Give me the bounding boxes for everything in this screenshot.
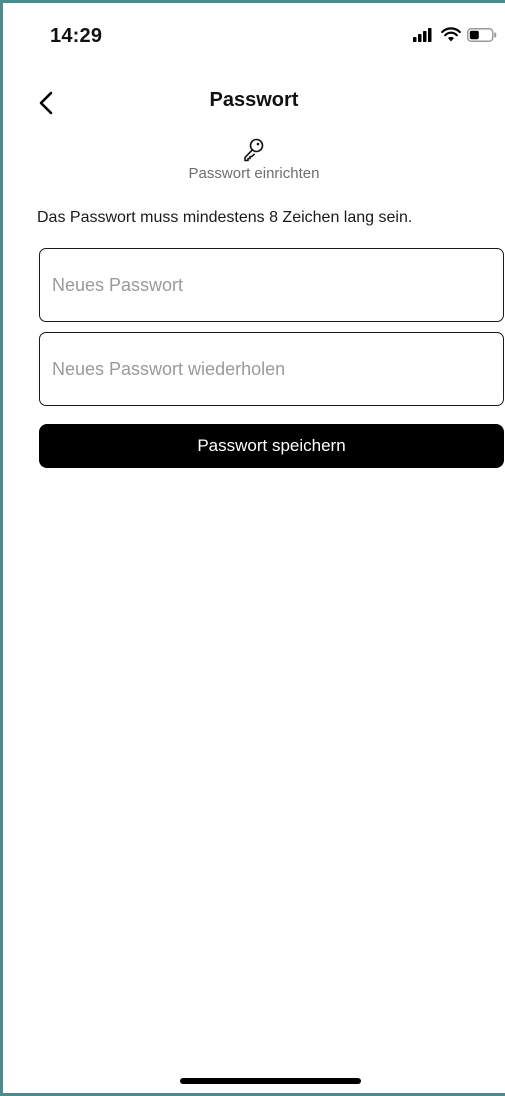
wifi-icon	[441, 27, 461, 42]
section-header: Passwort einrichten	[3, 137, 505, 182]
page-title: Passwort	[209, 89, 299, 111]
section-subtitle: Passwort einrichten	[188, 165, 320, 182]
new-password-input[interactable]	[39, 248, 504, 322]
status-time: 14:29	[50, 25, 103, 47]
status-bar: 14:29	[3, 3, 505, 63]
phone-screen: 14:29 Passwort Passwort einrichten Das P…	[0, 0, 505, 1096]
password-hint: Das Passwort muss mindestens 8 Zeichen l…	[37, 209, 413, 226]
home-indicator	[180, 1078, 361, 1084]
battery-icon	[467, 27, 497, 42]
signal-icon	[413, 27, 432, 42]
navigation-bar: Passwort	[3, 83, 505, 123]
repeat-password-input[interactable]	[39, 332, 504, 406]
status-icons	[413, 27, 497, 42]
key-icon	[244, 138, 264, 162]
save-password-button[interactable]: Passwort speichern	[39, 424, 504, 468]
